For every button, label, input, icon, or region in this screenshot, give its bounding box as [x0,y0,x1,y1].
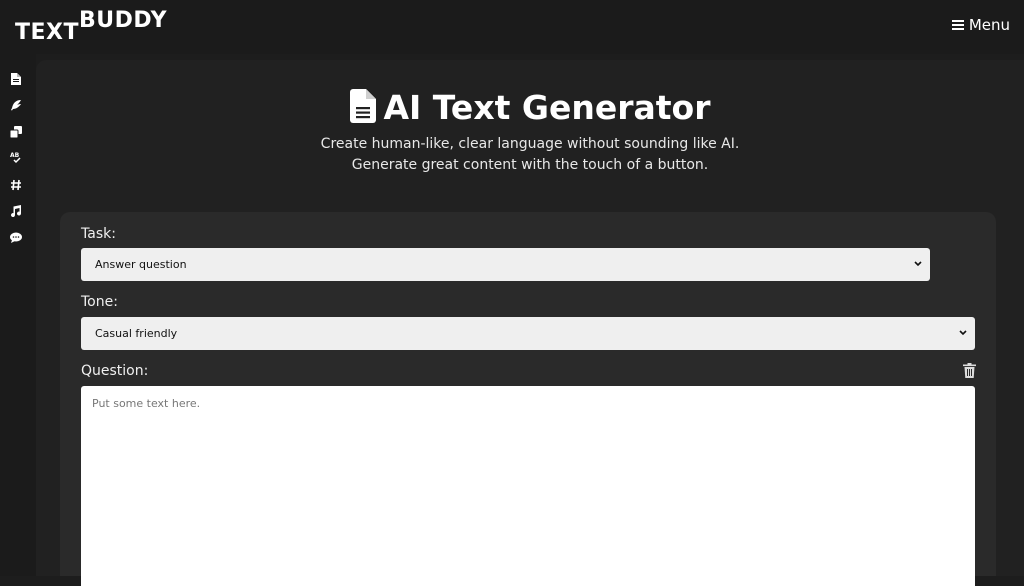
chevron-down-icon [959,330,967,336]
sidebar: AB [0,54,36,576]
music-icon[interactable] [10,205,22,217]
tone-label: Tone: [81,294,118,310]
top-bar: TEXTBUDDY Menu [0,0,1024,54]
tone-select-value: Casual friendly [95,327,178,340]
svg-text:AB: AB [10,152,20,159]
trash-icon[interactable] [963,363,976,378]
menu-label: Menu [968,16,1010,34]
copy-icon[interactable] [10,126,22,138]
hamburger-icon [951,20,964,30]
menu-button[interactable]: Menu [951,16,1010,34]
task-label: Task: [81,226,116,242]
logo-text-part2: BUDDY [79,8,168,33]
hashtag-icon[interactable] [10,179,22,191]
task-select-value: Answer question [95,258,187,271]
chat-icon[interactable] [10,232,22,244]
logo-text-part1: TEXT [15,20,80,45]
page-header: AI Text Generator [36,88,1024,127]
document-icon[interactable] [10,73,22,85]
tone-select[interactable]: Casual friendly [81,317,975,350]
feather-pen-icon[interactable] [10,99,22,111]
question-placeholder: Put some text here. [92,397,201,410]
page-subtitle-line1: Create human-like, clear language withou… [320,136,740,152]
question-label: Question: [81,363,149,379]
task-select[interactable]: Answer question [81,248,930,281]
main-content: AI Text Generator Create human-like, cle… [36,60,1024,586]
generator-form: Task: Answer question Tone: Casual frien… [60,212,996,586]
page-subtitle-line2: Generate great content with the touch of… [351,157,709,173]
question-textarea[interactable]: Put some text here. [81,386,975,586]
logo[interactable]: TEXTBUDDY [15,8,168,44]
document-icon [349,88,376,127]
chevron-down-icon [914,261,922,267]
spellcheck-icon[interactable]: AB [10,152,22,164]
page-title: AI Text Generator [383,88,711,127]
